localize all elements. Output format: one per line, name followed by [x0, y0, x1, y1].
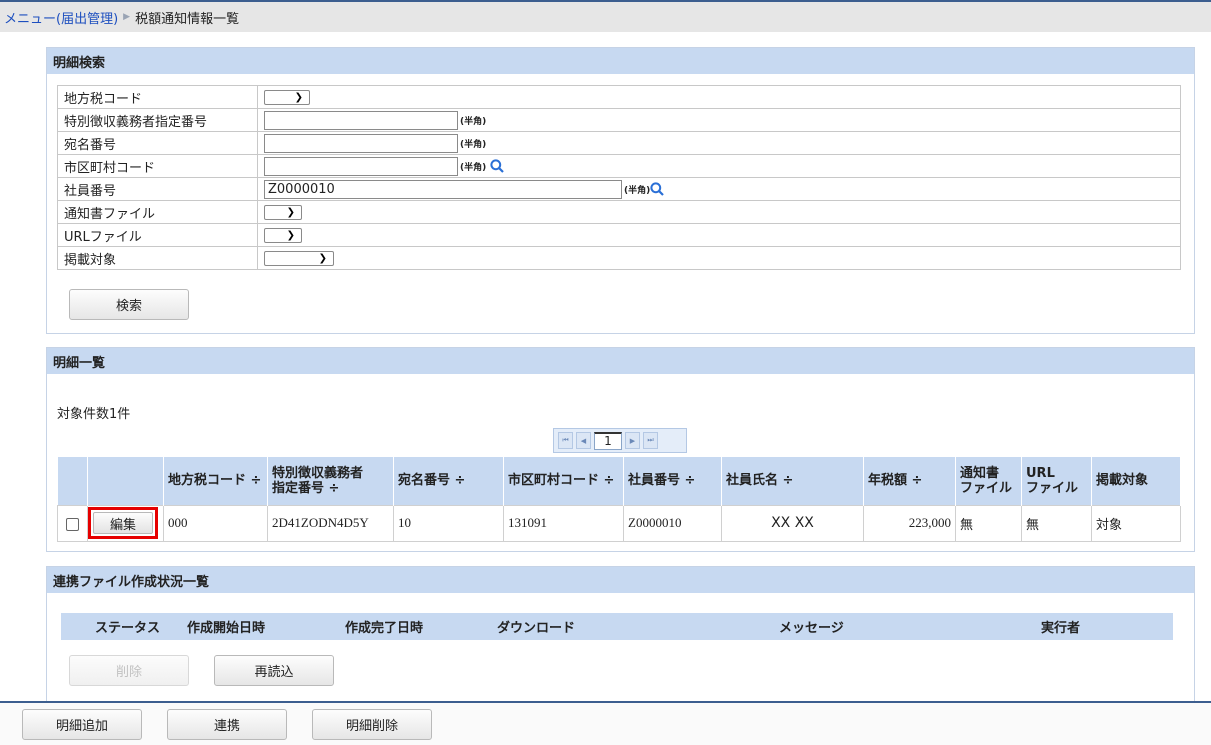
header-employee-name[interactable]: 社員氏名 ÷: [721, 457, 864, 505]
table-header-row: 地方税コード ÷ 特別徴収義務者 指定番号 ÷ 宛名番号 ÷ 市区町村コード ÷ …: [57, 457, 1181, 505]
cell-local-tax-code: 000: [163, 504, 268, 542]
link-button[interactable]: 連携: [167, 709, 287, 740]
header-select: [57, 457, 88, 505]
delete-detail-button[interactable]: 明細削除: [312, 709, 432, 740]
prev-page-icon[interactable]: ◀: [576, 432, 591, 449]
search-panel: 明細検索 地方税コード ❯ 特別徴収義務者指定番号 (半角) 宛名番号 (半角)…: [46, 47, 1195, 334]
url-file-select[interactable]: ❯: [264, 227, 302, 243]
cell-municipality-code: 131091: [503, 504, 624, 542]
cell-addressee-no: 10: [393, 504, 504, 542]
sync-table: ステータス 作成開始日時 作成完了日時 ダウンロード メッセージ 実行者: [61, 613, 1173, 640]
sync-delete-button[interactable]: 削除: [69, 655, 189, 686]
header-special-collector-no[interactable]: 特別徴収義務者 指定番号 ÷: [267, 457, 394, 505]
header-text: ファイル: [1026, 480, 1079, 496]
employee-no-label: 社員番号: [57, 177, 258, 201]
detail-table: 地方税コード ÷ 特別徴収義務者 指定番号 ÷ 宛名番号 ÷ 市区町村コード ÷ …: [57, 457, 1181, 542]
breadcrumb-menu-link[interactable]: メニュー(届出管理): [4, 8, 118, 27]
header-select: [61, 613, 91, 640]
first-page-icon[interactable]: ⏮: [558, 432, 573, 449]
chevron-down-icon: ❯: [294, 91, 303, 103]
cell-notice-file: 無: [955, 504, 1022, 542]
header-local-tax-code[interactable]: 地方税コード ÷: [163, 457, 268, 505]
special-collector-no-label: 特別徴収義務者指定番号: [57, 108, 258, 132]
employee-no-input[interactable]: Z0000010: [264, 179, 622, 199]
header-notice-file: 通知書 ファイル: [955, 457, 1022, 505]
header-text: 特別徴収義務者: [272, 465, 364, 481]
cell-url-file: 無: [1021, 504, 1092, 542]
page-title: 税額通知情報一覧: [135, 11, 240, 27]
header-text: URL: [1026, 465, 1055, 481]
current-page[interactable]: 1: [594, 431, 622, 450]
header-text: ファイル: [960, 480, 1013, 496]
local-tax-code-select[interactable]: ❯: [264, 89, 310, 105]
chevron-right-icon: ▶: [123, 12, 131, 22]
chevron-down-icon: ❯: [286, 229, 295, 241]
cell-employee-name: XX XX: [721, 504, 864, 542]
edit-button[interactable]: 編集: [93, 512, 153, 534]
table-row: 編集 000 2D41ZODN4D5Y 10 131091 Z0000010 X…: [57, 504, 1181, 542]
addressee-no-input[interactable]: [264, 133, 458, 153]
special-collector-no-input[interactable]: [264, 110, 458, 130]
row-edit-cell: 編集: [87, 504, 164, 542]
header-publish-target: 掲載対象: [1091, 457, 1181, 505]
notice-file-label: 通知書ファイル: [57, 200, 258, 224]
addressee-no-label: 宛名番号: [57, 131, 258, 155]
header-download: ダウンロード: [493, 613, 775, 640]
result-count: 対象件数1件: [57, 407, 131, 422]
sync-panel: 連携ファイル作成状況一覧 ステータス 作成開始日時 作成完了日時 ダウンロード …: [46, 566, 1195, 706]
breadcrumb: メニュー(届出管理) ▶ 税額通知情報一覧: [0, 0, 1211, 32]
header-end: 作成完了日時: [341, 613, 493, 640]
cell-annual-tax: 223,000: [863, 504, 956, 542]
add-detail-button[interactable]: 明細追加: [22, 709, 142, 740]
header-employee-no[interactable]: 社員番号 ÷: [623, 457, 722, 505]
table-header-row: ステータス 作成開始日時 作成完了日時 ダウンロード メッセージ 実行者: [61, 613, 1173, 640]
footer-bar: 明細追加 連携 明細削除: [0, 701, 1211, 745]
url-file-label: URLファイル: [57, 223, 258, 247]
header-municipality-code[interactable]: 市区町村コード ÷: [503, 457, 624, 505]
search-panel-title: 明細検索: [47, 48, 1194, 74]
cell-publish-target: 対象: [1091, 504, 1181, 542]
search-form: 地方税コード ❯ 特別徴収義務者指定番号 (半角) 宛名番号 (半角) 市区町村…: [57, 85, 1181, 270]
chevron-down-icon: ❯: [286, 206, 295, 218]
local-tax-code-label: 地方税コード: [57, 85, 258, 109]
chevron-down-icon: ❯: [318, 252, 327, 264]
header-annual-tax[interactable]: 年税額 ÷: [863, 457, 956, 505]
row-checkbox[interactable]: [66, 517, 79, 531]
sync-panel-title: 連携ファイル作成状況一覧: [47, 567, 1194, 593]
notice-file-select[interactable]: ❯: [264, 204, 302, 220]
half-width-hint: (半角): [460, 162, 487, 173]
pagination: ⏮ ◀ 1 ▶ ⏭: [553, 428, 687, 453]
publish-target-label: 掲載対象: [57, 246, 258, 270]
edit-highlight: 編集: [88, 507, 158, 539]
header-text: 通知書: [960, 465, 1000, 481]
header-status: ステータス: [91, 613, 183, 640]
half-width-hint: (半角): [624, 185, 651, 196]
header-url-file: URL ファイル: [1021, 457, 1092, 505]
header-message: メッセージ: [775, 613, 1037, 640]
cell-employee-no: Z0000010: [623, 504, 722, 542]
search-icon[interactable]: [650, 182, 665, 196]
header-addressee-no[interactable]: 宛名番号 ÷: [393, 457, 504, 505]
list-panel: 明細一覧 対象件数1件 ⏮ ◀ 1 ▶ ⏭ 地方税コード ÷ 特別徴収義務者 指定…: [46, 347, 1195, 552]
last-page-icon[interactable]: ⏭: [643, 432, 658, 449]
cell-special-collector-no: 2D41ZODN4D5Y: [267, 504, 394, 542]
header-text: 指定番号 ÷: [272, 480, 340, 496]
header-edit: [87, 457, 164, 505]
half-width-hint: (半角): [460, 139, 487, 150]
search-icon[interactable]: [490, 159, 505, 173]
municipality-code-label: 市区町村コード: [57, 154, 258, 178]
header-start: 作成開始日時: [183, 613, 341, 640]
next-page-icon[interactable]: ▶: [625, 432, 640, 449]
half-width-hint: (半角): [460, 116, 487, 127]
row-select-cell: [57, 504, 88, 542]
municipality-code-input[interactable]: [264, 156, 458, 176]
reload-button[interactable]: 再読込: [214, 655, 334, 686]
list-panel-title: 明細一覧: [47, 348, 1194, 374]
header-executor: 実行者: [1037, 613, 1173, 640]
publish-target-select[interactable]: ❯: [264, 250, 334, 266]
search-button[interactable]: 検索: [69, 289, 189, 320]
